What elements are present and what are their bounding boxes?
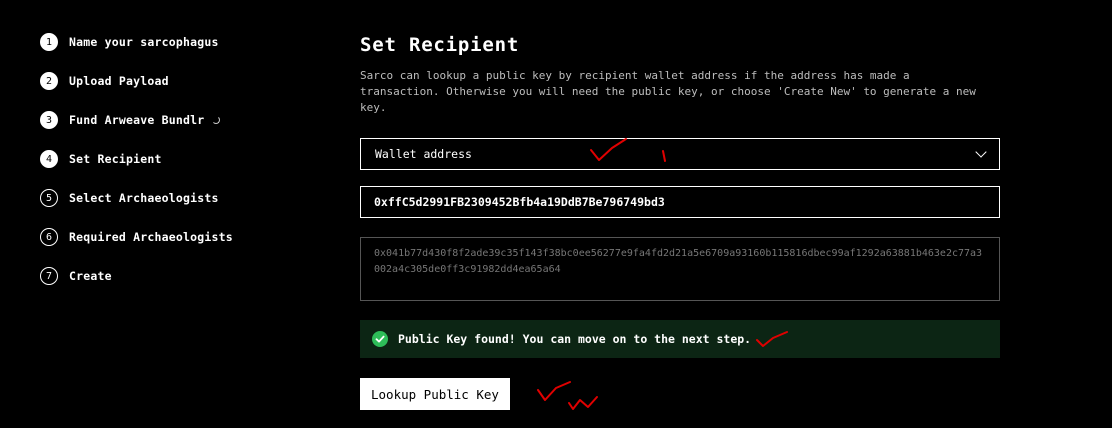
step-list: 1 Name your sarcophagus 2 Upload Payload… [40, 32, 320, 305]
step-number: 5 [40, 189, 58, 207]
step-label: Set Recipient [69, 152, 162, 166]
page-description: Sarco can lookup a public key by recipie… [360, 69, 976, 114]
checkmark-annotation [537, 381, 571, 401]
step-upload-payload[interactable]: 2 Upload Payload [40, 71, 320, 91]
page-title: Set Recipient [360, 34, 520, 56]
lookup-public-key-button[interactable]: Lookup Public Key [360, 378, 510, 410]
step-number: 7 [40, 267, 58, 285]
step-number: 2 [40, 72, 58, 90]
public-key-field[interactable]: 0x041b77d430f8f2ade39c35f143f38bc0ee5627… [360, 237, 1000, 301]
step-select-archaeologists[interactable]: 5 Select Archaeologists [40, 188, 320, 208]
check-circle-icon [372, 331, 388, 347]
recipient-type-select[interactable]: Wallet address [360, 138, 1000, 170]
step-label: Create [69, 269, 112, 283]
select-value: Wallet address [375, 147, 472, 161]
step-number: 1 [40, 33, 58, 51]
step-number: 4 [40, 150, 58, 168]
step-number: 3 [40, 111, 58, 129]
step-required-archaeologists[interactable]: 6 Required Archaeologists [40, 227, 320, 247]
step-label: Select Archaeologists [69, 191, 219, 205]
step-label: Name your sarcophagus [69, 35, 219, 49]
step-label: Required Archaeologists [69, 230, 233, 244]
step-number: 6 [40, 228, 58, 246]
squiggle-annotation [568, 396, 598, 410]
step-fund-bundlr[interactable]: 3 Fund Arweave Bundlr [40, 110, 320, 130]
step-label: Upload Payload [69, 74, 169, 88]
alert-message: Public Key found! You can move on to the… [398, 332, 752, 346]
chevron-down-icon [975, 146, 987, 158]
set-recipient-panel: Set Recipient Sarco can lookup a public … [360, 30, 1000, 410]
success-alert: Public Key found! You can move on to the… [360, 320, 1000, 358]
wallet-address-input[interactable] [360, 186, 1000, 218]
loading-spinner-icon [212, 116, 221, 124]
step-name-sarcophagus[interactable]: 1 Name your sarcophagus [40, 32, 320, 52]
step-label: Fund Arweave Bundlr [69, 113, 205, 127]
step-create[interactable]: 7 Create [40, 266, 320, 286]
step-set-recipient[interactable]: 4 Set Recipient [40, 149, 320, 169]
